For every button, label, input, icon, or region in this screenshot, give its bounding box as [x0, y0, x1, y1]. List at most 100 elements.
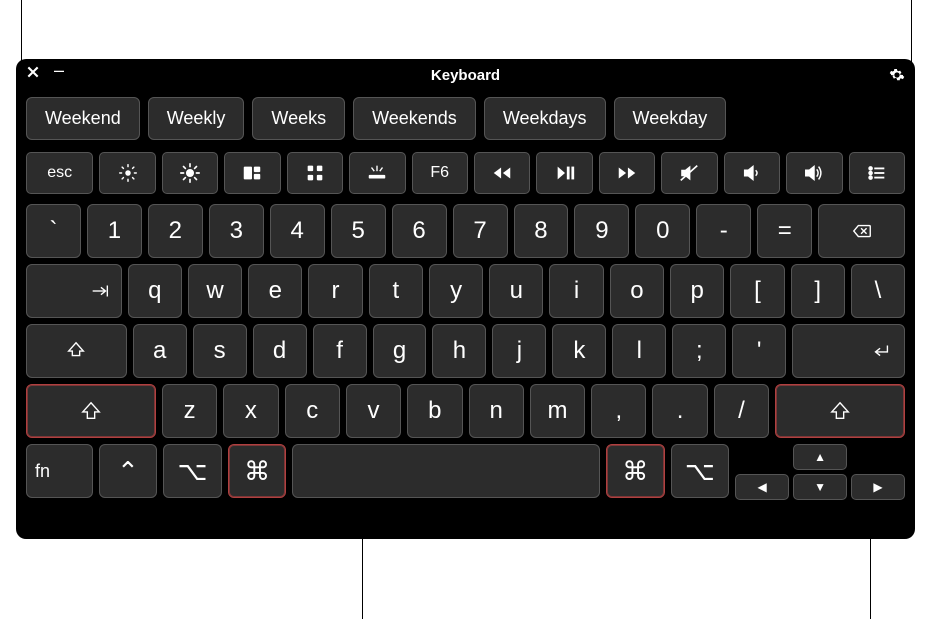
key-keyboard-backlight[interactable]	[349, 152, 405, 194]
key-s[interactable]: s	[193, 324, 247, 378]
backspace-icon	[851, 220, 873, 242]
key-quote[interactable]: '	[732, 324, 786, 378]
mission-control-icon	[241, 162, 263, 184]
key-fast-forward[interactable]	[599, 152, 655, 194]
key-e[interactable]: e	[248, 264, 302, 318]
key-d[interactable]: d	[253, 324, 307, 378]
key-k[interactable]: k	[552, 324, 606, 378]
key-p[interactable]: p	[670, 264, 724, 318]
key-arrow-up[interactable]: ▲	[793, 444, 847, 470]
key-arrow-left[interactable]: ◀	[735, 474, 789, 500]
gear-icon[interactable]	[889, 70, 905, 87]
key-c[interactable]: c	[285, 384, 340, 438]
key-backspace[interactable]	[818, 204, 905, 258]
suggestion-item[interactable]: Weeks	[252, 97, 345, 140]
suggestion-item[interactable]: Weekend	[26, 97, 140, 140]
key-panel-menu[interactable]	[849, 152, 905, 194]
command-icon: ⌘	[622, 456, 648, 487]
key-4[interactable]: 4	[270, 204, 325, 258]
key-a[interactable]: a	[133, 324, 187, 378]
key-n[interactable]: n	[469, 384, 524, 438]
rewind-icon	[491, 162, 513, 184]
minimize-icon[interactable]: –	[54, 65, 64, 75]
key-i[interactable]: i	[549, 264, 603, 318]
key-6[interactable]: 6	[392, 204, 447, 258]
key-g[interactable]: g	[373, 324, 427, 378]
key-play-pause[interactable]	[536, 152, 592, 194]
key-volume-up[interactable]	[786, 152, 842, 194]
key-return[interactable]	[792, 324, 905, 378]
key-period[interactable]: .	[652, 384, 707, 438]
suggestion-item[interactable]: Weekends	[353, 97, 476, 140]
volume-up-icon	[803, 162, 825, 184]
key-option-left[interactable]: ⌥	[163, 444, 222, 498]
key-u[interactable]: u	[489, 264, 543, 318]
key-y[interactable]: y	[429, 264, 483, 318]
key-x[interactable]: x	[223, 384, 278, 438]
key-semicolon[interactable]: ;	[672, 324, 726, 378]
key-r[interactable]: r	[308, 264, 362, 318]
key-f[interactable]: f	[313, 324, 367, 378]
row-bottom: fn ⌃ ⌥ ⌘ ⌘ ⌥ ▲ ◀ ▼ ▶	[26, 444, 905, 500]
key-8[interactable]: 8	[514, 204, 569, 258]
key-m[interactable]: m	[530, 384, 585, 438]
key-fn[interactable]: fn	[26, 444, 93, 498]
key-rewind[interactable]	[474, 152, 530, 194]
suggestions-bar: Weekend Weekly Weeks Weekends Weekdays W…	[16, 91, 915, 146]
key-7[interactable]: 7	[453, 204, 508, 258]
key-right-bracket[interactable]: ]	[791, 264, 845, 318]
key-v[interactable]: v	[346, 384, 401, 438]
key-slash[interactable]: /	[714, 384, 769, 438]
key-z[interactable]: z	[162, 384, 217, 438]
key-mission-control[interactable]	[224, 152, 280, 194]
key-space[interactable]	[292, 444, 600, 498]
key-comma[interactable]: ,	[591, 384, 646, 438]
key-2[interactable]: 2	[148, 204, 203, 258]
key-b[interactable]: b	[407, 384, 462, 438]
key-o[interactable]: o	[610, 264, 664, 318]
key-l[interactable]: l	[612, 324, 666, 378]
close-icon[interactable]	[26, 65, 40, 79]
key-shift-left[interactable]	[26, 384, 156, 438]
key-arrow-right[interactable]: ▶	[851, 474, 905, 500]
key-tab[interactable]	[26, 264, 122, 318]
key-h[interactable]: h	[432, 324, 486, 378]
play-pause-icon	[554, 162, 576, 184]
key-backslash[interactable]: \	[851, 264, 905, 318]
key-volume-down[interactable]	[724, 152, 780, 194]
key-esc[interactable]: esc	[26, 152, 93, 194]
brightness-up-icon	[179, 162, 201, 184]
key-w[interactable]: w	[188, 264, 242, 318]
key-backtick[interactable]: `	[26, 204, 81, 258]
key-brightness-down[interactable]	[99, 152, 155, 194]
suggestion-item[interactable]: Weekly	[148, 97, 245, 140]
key-command-left[interactable]: ⌘	[228, 444, 287, 498]
key-left-bracket[interactable]: [	[730, 264, 784, 318]
key-brightness-up[interactable]	[162, 152, 218, 194]
key-0[interactable]: 0	[635, 204, 690, 258]
titlebar: – Keyboard	[16, 59, 915, 91]
key-minus[interactable]: -	[696, 204, 751, 258]
key-launchpad[interactable]	[287, 152, 343, 194]
key-1[interactable]: 1	[87, 204, 142, 258]
key-caps-lock[interactable]	[26, 324, 127, 378]
caps-lock-icon	[65, 340, 87, 362]
key-equals[interactable]: =	[757, 204, 812, 258]
suggestion-item[interactable]: Weekdays	[484, 97, 606, 140]
key-command-right[interactable]: ⌘	[606, 444, 665, 498]
key-control[interactable]: ⌃	[99, 444, 158, 498]
key-option-right[interactable]: ⌥	[671, 444, 730, 498]
key-f6[interactable]: F6	[412, 152, 468, 194]
key-shift-right[interactable]	[775, 384, 905, 438]
key-t[interactable]: t	[369, 264, 423, 318]
key-9[interactable]: 9	[574, 204, 629, 258]
key-j[interactable]: j	[492, 324, 546, 378]
key-arrow-down[interactable]: ▼	[793, 474, 847, 500]
key-3[interactable]: 3	[209, 204, 264, 258]
key-5[interactable]: 5	[331, 204, 386, 258]
row-a: a s d f g h j k l ; '	[26, 324, 905, 378]
key-mute[interactable]	[661, 152, 717, 194]
keyboard-backlight-icon	[366, 162, 388, 184]
key-q[interactable]: q	[128, 264, 182, 318]
suggestion-item[interactable]: Weekday	[614, 97, 727, 140]
